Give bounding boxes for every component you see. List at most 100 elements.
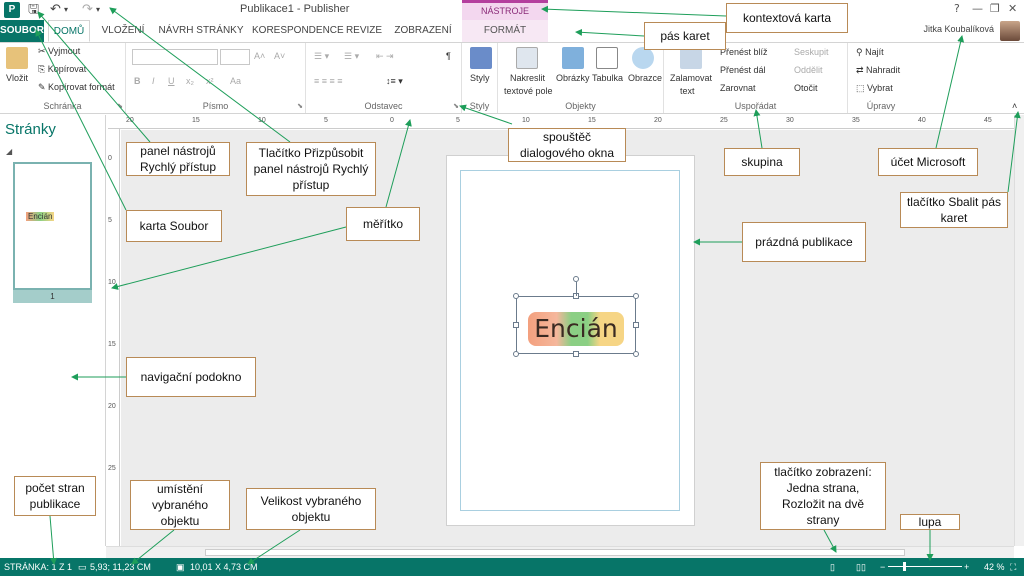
- superscript-button[interactable]: x²: [206, 76, 214, 86]
- restore-icon[interactable]: ❐: [990, 2, 1000, 15]
- paste-button[interactable]: Vložit: [6, 73, 28, 83]
- publisher-app-icon[interactable]: P: [4, 2, 20, 18]
- single-page-view-icon[interactable]: ▯: [830, 562, 835, 573]
- tab-review[interactable]: REVIZE: [342, 20, 386, 42]
- resize-handle[interactable]: [573, 351, 579, 357]
- paragraph-marks-icon[interactable]: ¶: [446, 51, 451, 61]
- zoom-in-icon[interactable]: +: [964, 562, 969, 572]
- group-objects: Nakreslit textové pole Obrázky Tabulka O…: [498, 43, 664, 113]
- fit-page-icon[interactable]: ⛶: [1010, 562, 1016, 573]
- save-icon[interactable]: 🖫: [28, 1, 39, 19]
- horizontal-ruler[interactable]: 20 15 10 5 0 5 10 15 20 25 30 35 40 45: [108, 115, 1014, 129]
- shapes-button[interactable]: Obrazce: [628, 73, 662, 83]
- callout-file-tab: karta Soubor: [126, 210, 222, 242]
- group-clipboard: Vložit ✂ Vyjmout ⎘ Kopírovat ✎ Kopírovat…: [0, 43, 126, 113]
- bullets-icon[interactable]: ☰ ▾: [314, 51, 329, 62]
- draw-textbox-button[interactable]: Nakreslit: [510, 73, 545, 83]
- selection-box[interactable]: [516, 296, 636, 354]
- table-button[interactable]: Tabulka: [592, 73, 623, 83]
- align-buttons-icon[interactable]: ≡ ≡ ≡ ≡: [314, 76, 343, 86]
- help-icon[interactable]: ?: [954, 2, 960, 15]
- align-button[interactable]: Zarovnat: [720, 83, 756, 93]
- vertical-ruler[interactable]: 0 5 10 15 20 25: [106, 129, 120, 546]
- zoom-slider-track[interactable]: [888, 566, 962, 567]
- textbox-icon[interactable]: [516, 47, 538, 69]
- resize-handle[interactable]: [513, 351, 519, 357]
- zoom-slider-knob[interactable]: [903, 562, 906, 571]
- rotate-button[interactable]: Otočit: [794, 83, 818, 93]
- underline-button[interactable]: U: [168, 76, 175, 86]
- undo-icon[interactable]: ↶: [50, 1, 61, 19]
- font-dialog-launcher-icon[interactable]: ⬊: [297, 102, 303, 110]
- cut-button[interactable]: ✂ Vyjmout: [38, 46, 80, 57]
- resize-handle[interactable]: [633, 351, 639, 357]
- tab-file[interactable]: SOUBOR: [0, 20, 44, 42]
- find-button[interactable]: ⚲ Najít: [856, 47, 884, 58]
- wrap-text-icon[interactable]: [680, 47, 702, 69]
- pictures-icon[interactable]: [562, 47, 584, 69]
- tab-page-design[interactable]: NÁVRH STRÁNKY: [158, 20, 244, 42]
- resize-handle[interactable]: [513, 293, 519, 299]
- microsoft-account[interactable]: Jitka Koubalíková: [923, 24, 994, 34]
- indent-icon[interactable]: ⇤ ⇥: [376, 51, 394, 62]
- replace-button[interactable]: ⇄ Nahradit: [856, 65, 900, 76]
- change-case-button[interactable]: Aa: [230, 76, 241, 86]
- tab-view[interactable]: ZOBRAZENÍ: [394, 20, 452, 42]
- font-name-input[interactable]: [132, 49, 218, 65]
- tab-mailings[interactable]: KORESPONDENCE: [252, 20, 344, 42]
- zoom-out-icon[interactable]: −: [880, 562, 885, 572]
- resize-handle[interactable]: [633, 293, 639, 299]
- group-font: A˄ A˅ B I U x₂ x² Aa Písmo ⬊: [126, 43, 306, 113]
- customize-qat-button[interactable]: ▾: [96, 1, 100, 19]
- redo-icon[interactable]: ↷: [82, 1, 93, 19]
- page-count-status[interactable]: STRÁNKA: 1 Z 1: [4, 562, 72, 572]
- collapse-ribbon-icon[interactable]: ˄: [1012, 101, 1017, 111]
- undo-dropdown-icon[interactable]: ▾: [64, 1, 68, 19]
- grow-font-icon[interactable]: A˄: [254, 51, 265, 61]
- styles-button[interactable]: Styly: [470, 73, 490, 83]
- horizontal-scroll-thumb[interactable]: [205, 549, 905, 556]
- paste-icon[interactable]: [6, 47, 28, 69]
- format-painter-label: Kopírovat formát: [48, 82, 115, 92]
- select-button[interactable]: ⬚ Vybrat: [856, 83, 893, 94]
- format-painter-button[interactable]: ✎ Kopírovat formát: [38, 82, 115, 93]
- wrap-text-button[interactable]: Zalamovat: [670, 73, 712, 83]
- find-label: Najít: [865, 47, 884, 57]
- vertical-scrollbar[interactable]: [1014, 115, 1024, 546]
- send-backward-button[interactable]: Přenést dál: [720, 65, 766, 75]
- zoom-level[interactable]: 42 %: [984, 562, 1005, 572]
- two-page-spread-view-icon[interactable]: ▯▯: [856, 562, 866, 573]
- bold-button[interactable]: B: [134, 76, 141, 86]
- page-thumbnail[interactable]: [13, 162, 92, 290]
- callout-ruler: měřítko: [346, 207, 420, 241]
- close-icon[interactable]: ✕: [1008, 2, 1017, 15]
- tab-format[interactable]: FORMÁT: [462, 20, 548, 42]
- shapes-icon[interactable]: [632, 47, 654, 69]
- ungroup-button[interactable]: Oddělit: [794, 65, 823, 75]
- bring-forward-button[interactable]: Přenést blíž: [720, 47, 768, 57]
- shrink-font-icon[interactable]: A˅: [274, 51, 285, 61]
- collapse-pages-icon[interactable]: ◢: [6, 147, 12, 156]
- table-icon[interactable]: [596, 47, 618, 69]
- title-bar: P 🖫 ↶ ▾ ↷ ▾ Publikace1 - Publisher NÁSTR…: [0, 0, 1024, 32]
- paragraph-dialog-launcher-icon[interactable]: ⬊: [453, 102, 459, 110]
- avatar[interactable]: [1000, 21, 1020, 41]
- clipboard-dialog-launcher-icon[interactable]: ⬊: [117, 102, 123, 110]
- copy-button[interactable]: ⎘ Kopírovat: [38, 64, 86, 75]
- cut-label: Vyjmout: [48, 46, 81, 56]
- resize-handle[interactable]: [633, 322, 639, 328]
- object-size-status: 10,01 X 4,73 CM: [190, 562, 258, 572]
- group-button[interactable]: Seskupit: [794, 47, 829, 57]
- tab-insert[interactable]: VLOŽENÍ: [98, 20, 148, 42]
- font-size-input[interactable]: [220, 49, 250, 65]
- tab-home[interactable]: DOMŮ: [48, 20, 90, 42]
- line-spacing-icon[interactable]: ↕≡ ▾: [386, 76, 403, 87]
- pictures-button[interactable]: Obrázky: [556, 73, 590, 83]
- numbering-icon[interactable]: ☰ ▾: [344, 51, 359, 62]
- pages-title: Stránky: [5, 121, 56, 138]
- resize-handle[interactable]: [513, 322, 519, 328]
- subscript-button[interactable]: x₂: [186, 76, 194, 86]
- styles-icon[interactable]: [470, 47, 492, 69]
- minimize-icon[interactable]: —: [972, 2, 983, 15]
- italic-button[interactable]: I: [152, 76, 155, 86]
